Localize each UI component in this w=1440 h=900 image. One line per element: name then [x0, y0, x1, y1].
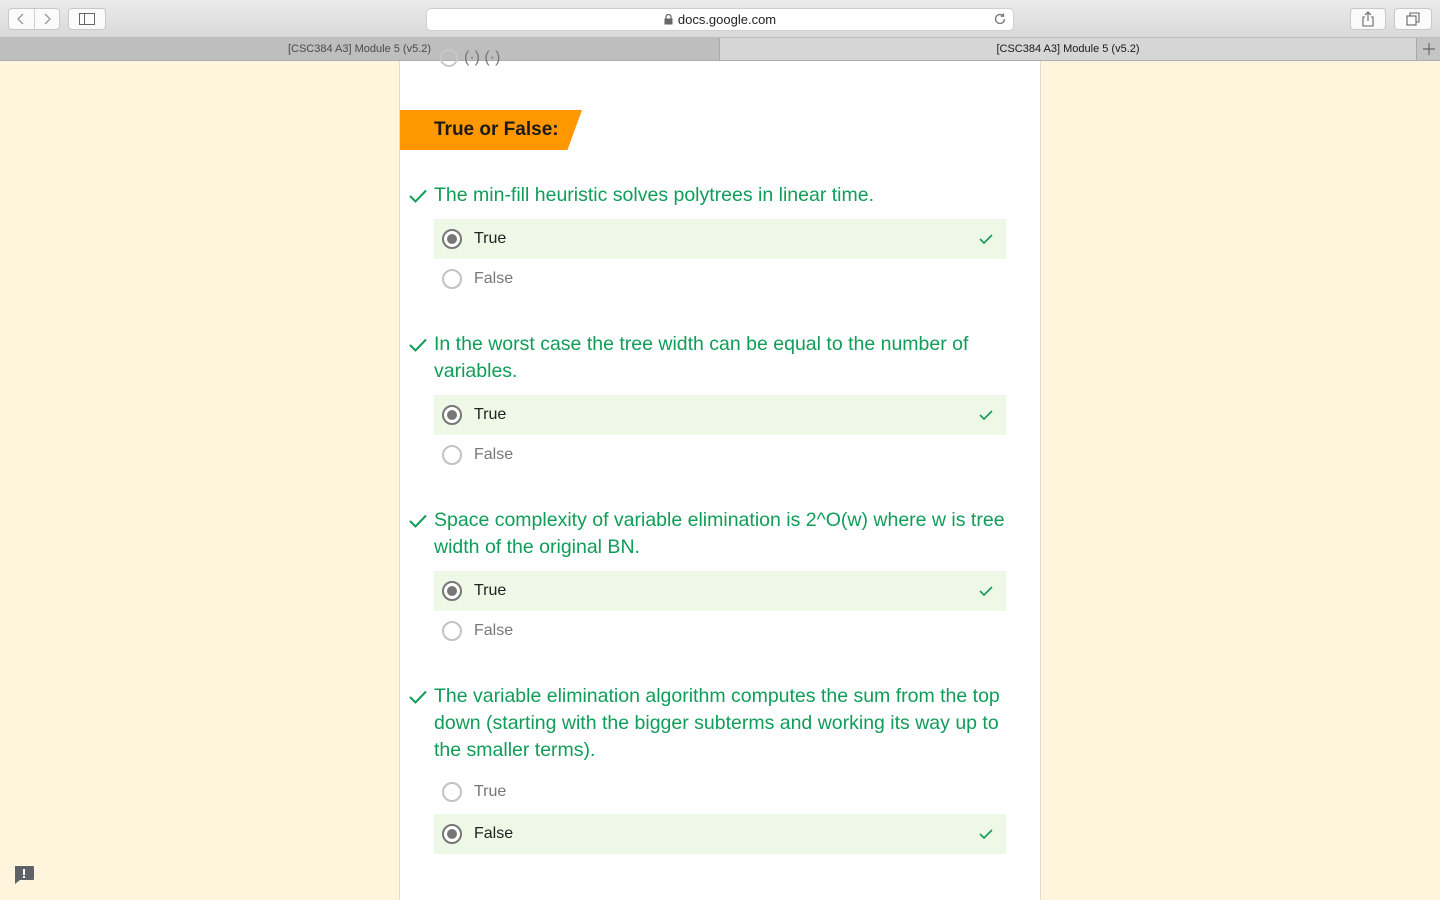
- form-card: (·) (·) True or False: The min-fill heur…: [399, 49, 1041, 900]
- option-false[interactable]: False: [434, 435, 1006, 475]
- partial-option-text: (·) (·): [464, 49, 501, 66]
- question-text: Space complexity of variable elimination…: [434, 509, 1005, 558]
- plus-icon: [1422, 43, 1435, 55]
- radio-button-selected[interactable]: [442, 581, 462, 601]
- option-true[interactable]: True: [434, 219, 1006, 259]
- share-icon: [1362, 11, 1374, 27]
- lock-icon: [664, 14, 673, 25]
- check-icon: [979, 410, 993, 421]
- option-label: False: [474, 270, 514, 287]
- option-label: False: [474, 825, 514, 842]
- sidebar-toggle-button[interactable]: [68, 8, 106, 30]
- previous-question-partial: (·) (·): [440, 49, 500, 67]
- browser-toolbar: docs.google.com: [0, 0, 1440, 38]
- show-tabs-button[interactable]: [1394, 8, 1432, 30]
- correct-check-icon: [409, 514, 427, 528]
- question-text: In the worst case the tree width can be …: [434, 333, 969, 382]
- tab-title: [CSC384 A3] Module 5 (v5.2): [996, 43, 1140, 55]
- chevron-left-icon: [17, 13, 24, 25]
- question-text: The variable elimination algorithm compu…: [434, 685, 1000, 761]
- report-issue-icon[interactable]: [13, 865, 35, 885]
- option-label: True: [474, 406, 507, 423]
- radio-button[interactable]: [442, 782, 462, 802]
- new-tab-button[interactable]: [1416, 38, 1440, 60]
- tab-bar: [CSC384 A3] Module 5 (v5.2) [CSC384 A3] …: [0, 38, 1440, 61]
- tabs-overview-icon: [1406, 12, 1420, 26]
- option-false[interactable]: False: [434, 611, 1006, 651]
- check-icon: [979, 234, 993, 245]
- radio-button-selected[interactable]: [442, 405, 462, 425]
- option-true[interactable]: True: [434, 772, 1006, 812]
- option-true[interactable]: True: [434, 571, 1006, 611]
- section-title: True or False:: [434, 119, 559, 140]
- reload-icon[interactable]: [993, 12, 1007, 29]
- option-false[interactable]: False: [434, 814, 1006, 854]
- sidebar-icon: [79, 13, 95, 25]
- option-label: True: [474, 783, 507, 800]
- share-button[interactable]: [1350, 8, 1386, 30]
- address-bar[interactable]: docs.google.com: [426, 8, 1014, 31]
- option-false[interactable]: False: [434, 259, 1006, 299]
- check-icon: [979, 829, 993, 840]
- radio-button[interactable]: [442, 621, 462, 641]
- option-label: True: [474, 582, 507, 599]
- correct-check-icon: [409, 690, 427, 704]
- radio-button-selected[interactable]: [442, 229, 462, 249]
- nav-buttons: [8, 8, 60, 30]
- tab-active[interactable]: [CSC384 A3] Module 5 (v5.2): [720, 38, 1416, 60]
- back-button[interactable]: [9, 9, 34, 29]
- section-title-banner: True or False:: [400, 110, 582, 150]
- radio-button-selected[interactable]: [442, 824, 462, 844]
- url-text: docs.google.com: [677, 12, 777, 27]
- tab-inactive[interactable]: [CSC384 A3] Module 5 (v5.2): [0, 38, 720, 60]
- option-label: False: [474, 446, 514, 463]
- forward-button[interactable]: [33, 9, 60, 29]
- radio-button[interactable]: [442, 445, 462, 465]
- question-text: The min-fill heuristic solves polytrees …: [434, 184, 874, 206]
- chevron-right-icon: [44, 13, 51, 25]
- check-icon: [979, 586, 993, 597]
- option-label: False: [474, 622, 514, 639]
- option-label: True: [474, 230, 507, 247]
- tab-title: [CSC384 A3] Module 5 (v5.2): [287, 43, 432, 55]
- radio-button[interactable]: [442, 269, 462, 289]
- option-true[interactable]: True: [434, 395, 1006, 435]
- correct-check-icon: [409, 189, 427, 203]
- radio-button[interactable]: [440, 49, 458, 67]
- correct-check-icon: [409, 338, 427, 352]
